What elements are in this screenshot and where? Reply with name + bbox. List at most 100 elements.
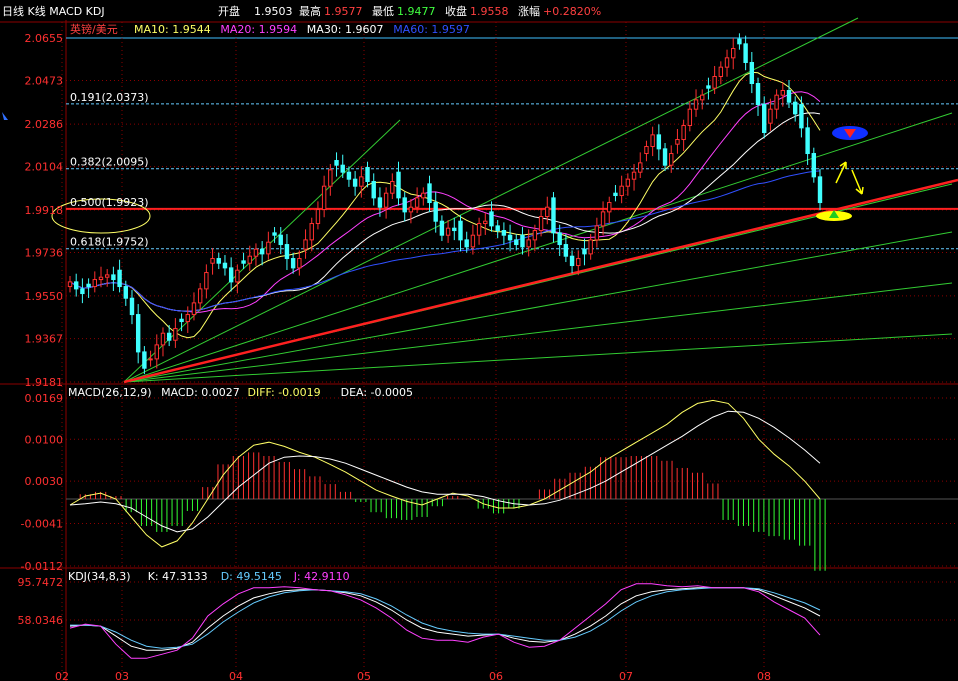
stat-value: 1.9577: [324, 5, 363, 18]
candle-down: [662, 148, 668, 166]
stat-value: +0.2820%: [543, 5, 601, 18]
ma-legend: MA10: 1.9544 MA20: 1.9594 MA30: 1.9607 MA60…: [134, 23, 470, 36]
candle-down: [656, 134, 662, 150]
candle-up: [160, 332, 166, 346]
candle-down: [786, 90, 792, 103]
candle-down: [179, 318, 184, 323]
candle-up: [185, 314, 190, 323]
candle-up: [191, 302, 197, 316]
candle-down: [284, 244, 290, 260]
legend-entry: J: 42.9110: [293, 570, 350, 583]
grid-layer: [0, 20, 958, 681]
legend-entry: MA30: 1.9607: [307, 23, 384, 36]
price-tick-label: 2.0473: [25, 74, 64, 87]
candle-down: [439, 220, 445, 236]
candle-down: [569, 255, 575, 267]
candle-up: [390, 181, 395, 194]
candle-down: [743, 43, 748, 64]
candle-down: [272, 232, 277, 236]
candle-down: [241, 260, 246, 264]
candle-up: [148, 358, 153, 361]
d-line: [70, 587, 821, 649]
candle-up: [253, 248, 259, 257]
stat-value: 1.9503: [254, 5, 293, 18]
kdj-legend: KDJ(34,8,3) K: 47.3133 D: 49.5145 J: 42.911…: [68, 570, 350, 583]
candle-up: [526, 239, 531, 248]
stat-value: 1.9558: [470, 5, 509, 18]
candle-down: [222, 262, 228, 269]
candle-down: [793, 101, 798, 115]
chart-canvas: 日线 K线 MACD KDJ 开盘 1.9503 最高 1.9577 最低 1.9477 收…: [0, 4, 958, 681]
time-tick-label: 05: [357, 670, 371, 681]
time-tick-label: 07: [619, 670, 633, 681]
candle-down: [489, 211, 494, 227]
time-tick-label: 03: [115, 670, 129, 681]
candle-down: [582, 248, 587, 255]
stat-label: 开盘: [218, 4, 240, 18]
candle-up: [631, 171, 637, 180]
candle-down: [86, 283, 91, 288]
time-tick-label: 06: [489, 670, 503, 681]
candle-down: [371, 181, 376, 199]
candle-up: [154, 344, 159, 360]
candle-down: [334, 160, 339, 166]
chart-title: 日线 K线 MACD KDJ: [2, 4, 105, 18]
price-tick-label: 1.9181: [25, 376, 64, 389]
macd-tick-label: -0.0112: [21, 560, 63, 573]
candle-down: [495, 225, 500, 232]
fib-label: 0.618(1.9752): [70, 236, 149, 249]
macd-tick-label: 0.0100: [25, 433, 64, 446]
fib-label: 0.382(2.0095): [70, 156, 149, 169]
candle-up: [414, 197, 420, 208]
ma-line-20: [69, 91, 821, 313]
candle-up: [607, 202, 612, 213]
macd-tick-label: 0.0169: [25, 392, 64, 405]
fib-label: 0.191(2.0373): [70, 91, 149, 104]
candle-down: [111, 274, 116, 281]
candle-up: [768, 108, 773, 124]
price-tick-label: 2.0104: [25, 161, 64, 174]
gann-fan-layer: [123, 17, 958, 384]
candle-down: [433, 202, 438, 222]
candle-down: [396, 171, 401, 199]
candle-down: [123, 286, 128, 299]
text-layer: 日线 K线 MACD KDJ 开盘 1.9503 最高 1.9577 最低 1.9477 收…: [2, 4, 771, 681]
candle-down: [73, 281, 79, 290]
candle-down: [365, 167, 370, 183]
candle-up: [594, 225, 600, 241]
time-tick-label: 04: [229, 670, 243, 681]
candle-down: [377, 197, 383, 208]
fan-line: [123, 17, 859, 383]
candle-down: [464, 239, 469, 248]
candle-down: [817, 176, 823, 204]
candle-down: [352, 178, 358, 187]
candle-up: [297, 258, 302, 269]
stat-label: 最高: [299, 4, 321, 18]
candle-down: [458, 220, 463, 241]
candle-down: [755, 83, 761, 106]
candle-down: [520, 234, 525, 248]
axis-labels: 2.0655 2.0473 2.0286 2.0104 1.9918 1.9736 1.95…: [18, 32, 772, 681]
candle-up: [644, 146, 649, 155]
fan-line: [123, 282, 953, 383]
candle-up: [476, 223, 482, 236]
fib-labels: 0.191(2.0373) 0.382(2.0095) 0.500(1.9923) 0…: [70, 91, 149, 249]
candle-down: [290, 258, 296, 269]
projection-arrow-down: [851, 169, 864, 195]
legend-entry: MA20: 1.9594: [220, 23, 297, 36]
candle-up: [588, 239, 593, 255]
candle-up: [328, 169, 333, 187]
candle-down: [228, 267, 234, 283]
k-line: [69, 587, 821, 651]
candle-up: [247, 255, 252, 264]
price-tick-label: 1.9918: [25, 204, 64, 217]
stat-label: 最低: [372, 5, 394, 18]
candle-up: [669, 153, 674, 166]
time-tick-label: 02: [55, 670, 69, 681]
price-tick-label: 1.9736: [25, 246, 64, 259]
candle-down: [557, 232, 562, 246]
j-line: [69, 583, 821, 659]
stat-label: 涨幅: [518, 5, 540, 18]
candle-down: [805, 127, 810, 155]
candle-down: [706, 85, 711, 89]
